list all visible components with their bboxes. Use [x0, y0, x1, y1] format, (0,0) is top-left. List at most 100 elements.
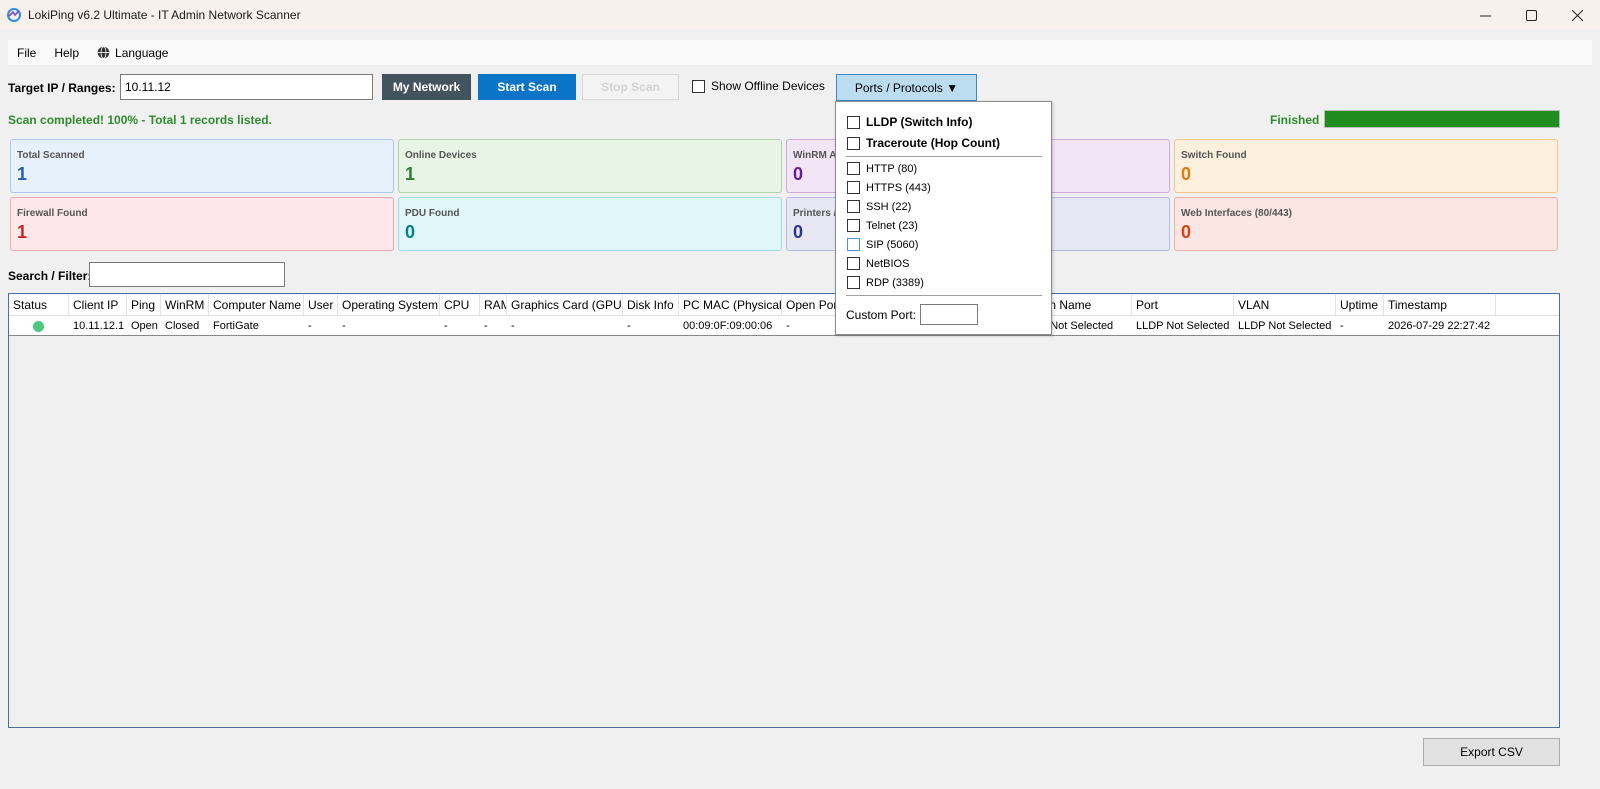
- scan-status-message: Scan completed! 100% - Total 1 records l…: [8, 113, 272, 127]
- checkbox-box[interactable]: [847, 200, 860, 213]
- column-header[interactable]: RAM: [480, 294, 507, 316]
- column-header[interactable]: Disk Info: [623, 294, 679, 316]
- checkbox-box[interactable]: [847, 181, 860, 194]
- column-header[interactable]: WinRM: [161, 294, 209, 316]
- column-header[interactable]: Status: [9, 294, 69, 316]
- stat-card: Switch Found 0: [1174, 139, 1558, 193]
- menu-file[interactable]: File: [8, 40, 45, 65]
- table-row[interactable]: 10.11.12.1 Open Closed FortiGate - - - - - - 00:09…: [9, 316, 1559, 336]
- column-header[interactable]: Timestamp: [1384, 294, 1496, 316]
- ports-protocols-button[interactable]: Ports / Protocols ▼: [836, 74, 977, 101]
- checkbox-box[interactable]: [847, 162, 860, 175]
- maximize-button[interactable]: [1508, 0, 1554, 30]
- menu-help[interactable]: Help: [45, 40, 88, 65]
- column-header[interactable]: Computer Name: [209, 294, 304, 316]
- table-cell: Open: [131, 320, 158, 332]
- table-cell: LLDP Not Selected: [1136, 320, 1230, 332]
- column-header[interactable]: VLAN: [1234, 294, 1336, 316]
- protocol-option-label: HTTPS (443): [866, 181, 931, 194]
- checkbox-box[interactable]: [692, 79, 705, 93]
- protocol-option[interactable]: SIP (5060): [847, 238, 918, 251]
- stat-card-value: 0: [793, 222, 804, 242]
- protocol-option[interactable]: HTTP (80): [847, 162, 917, 175]
- checkbox-box[interactable]: [847, 257, 860, 270]
- column-header[interactable]: Client IP: [69, 294, 127, 316]
- dropdown-separator: [846, 156, 1042, 157]
- stat-card: Web Interfaces (80/443) 0: [1174, 197, 1558, 251]
- column-header[interactable]: Graphics Card (GPU): [507, 294, 623, 316]
- stat-card-value: 0: [405, 222, 416, 242]
- column-header[interactable]: Uptime: [1336, 294, 1384, 316]
- custom-port-row: Custom Port:: [846, 304, 979, 325]
- table-cell: -: [511, 320, 515, 332]
- globe-icon: [97, 46, 110, 59]
- stat-card-value: 1: [17, 222, 28, 242]
- export-csv-button[interactable]: Export CSV: [1423, 738, 1560, 766]
- table-cell: LLDP Not Selected: [1238, 320, 1332, 332]
- table-cell: 00:09:0F:09:00:06: [683, 320, 773, 332]
- protocol-option-label: HTTP (80): [866, 162, 918, 175]
- menu-bar: File Help Language: [8, 40, 1592, 65]
- protocol-option[interactable]: HTTPS (443): [847, 181, 931, 194]
- stat-card-value: 1: [17, 164, 28, 184]
- protocol-option[interactable]: LLDP (Switch Info): [847, 115, 972, 129]
- custom-port-input[interactable]: [920, 304, 979, 325]
- column-header[interactable]: PC MAC (Physical): [679, 294, 782, 316]
- search-label: Search / Filter:: [8, 269, 92, 283]
- minimize-icon: [1479, 15, 1491, 16]
- protocol-option[interactable]: Traceroute (Hop Count): [847, 136, 1000, 150]
- window-controls: [1462, 0, 1600, 30]
- stat-card-label: Web Interfaces (80/443): [1181, 208, 1292, 219]
- column-header[interactable]: Ping: [127, 294, 161, 316]
- column-header[interactable]: User: [304, 294, 338, 316]
- table-cell: -: [342, 320, 346, 332]
- column-header[interactable]: CPU: [440, 294, 480, 316]
- table-cell: -: [1340, 320, 1344, 332]
- start-scan-button[interactable]: Start Scan: [478, 74, 576, 100]
- column-header[interactable]: Port: [1132, 294, 1234, 316]
- stat-card-value: 0: [793, 164, 804, 184]
- protocol-option[interactable]: NetBIOS: [847, 257, 909, 270]
- stat-card: Online Devices 1: [398, 139, 782, 193]
- target-ip-input[interactable]: [120, 74, 373, 100]
- maximize-icon: [1525, 9, 1537, 21]
- checkbox-box[interactable]: [847, 136, 860, 150]
- table-cell: -: [627, 320, 631, 332]
- stat-card-label: WinRM A: [793, 150, 837, 161]
- protocol-option[interactable]: Telnet (23): [847, 219, 918, 232]
- dropdown-separator: [846, 295, 1042, 296]
- checkbox-box[interactable]: [847, 115, 860, 129]
- menu-language[interactable]: Language: [88, 40, 177, 65]
- close-button[interactable]: [1554, 0, 1600, 30]
- table-cell: FortiGate: [213, 320, 259, 332]
- protocol-option-label: RDP (3389): [866, 276, 924, 289]
- online-status-icon: [33, 321, 44, 332]
- stat-card-label: Online Devices: [405, 150, 477, 161]
- target-label: Target IP / Ranges:: [8, 81, 116, 95]
- protocol-option[interactable]: RDP (3389): [847, 276, 924, 289]
- scan-state-label: Finished: [1270, 113, 1320, 127]
- protocol-option-label: Telnet (23): [866, 219, 918, 232]
- protocol-option-label: LLDP (Switch Info): [866, 115, 973, 129]
- close-icon: [1571, 9, 1583, 21]
- table-header: Status Client IP Ping WinRM Computer Name Use…: [9, 294, 1559, 316]
- my-network-button[interactable]: My Network: [382, 74, 471, 100]
- search-filter-input[interactable]: [89, 262, 285, 287]
- stat-card-label: Printers /: [793, 208, 837, 219]
- checkbox-box[interactable]: [847, 238, 860, 251]
- stat-card-label: PDU Found: [405, 208, 460, 219]
- show-offline-label: Show Offline Devices: [711, 79, 825, 93]
- checkbox-box[interactable]: [847, 276, 860, 289]
- checkbox-box[interactable]: [847, 219, 860, 232]
- stop-scan-button[interactable]: Stop Scan: [582, 74, 679, 100]
- show-offline-checkbox[interactable]: Show Offline Devices: [692, 79, 825, 93]
- protocol-option[interactable]: SSH (22): [847, 200, 911, 213]
- table-cell: Closed: [165, 320, 200, 332]
- column-header[interactable]: Operating System: [338, 294, 440, 316]
- table-cell: -: [444, 320, 448, 332]
- table-cell: 10.11.12.1: [73, 320, 125, 332]
- results-table[interactable]: Status Client IP Ping WinRM Computer Name Use…: [8, 293, 1560, 728]
- minimize-button[interactable]: [1462, 0, 1508, 30]
- progress-fill: [1325, 111, 1559, 127]
- stat-card-label: Total Scanned: [17, 150, 85, 161]
